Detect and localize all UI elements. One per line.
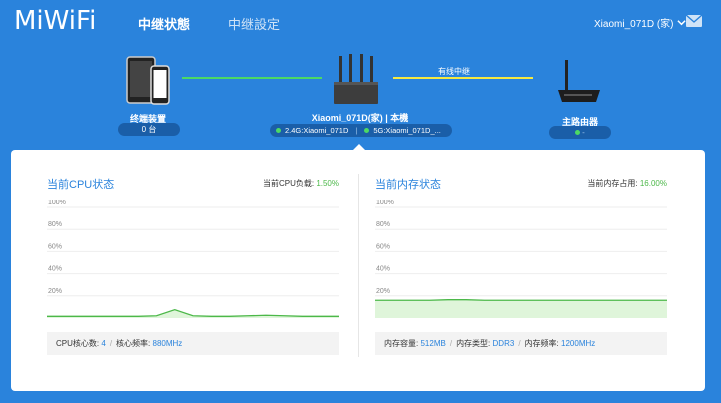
cpu-title: 当前CPU状态 xyxy=(47,179,115,191)
separator: / xyxy=(518,339,521,348)
wired-relay-label: 有线中继 xyxy=(438,67,470,76)
memory-type-value: DDR3 xyxy=(492,339,515,348)
devices-icon xyxy=(126,56,170,105)
router-icon xyxy=(334,54,378,104)
wireless-link-line xyxy=(182,77,322,79)
device-menu[interactable]: Xiaomi_071D (家) xyxy=(594,15,687,30)
memory-type-label: 内存类型: xyxy=(456,339,491,348)
cpu-cores-value: 4 xyxy=(101,339,106,348)
main-router-status-badge[interactable]: - xyxy=(549,126,611,139)
separator: / xyxy=(449,339,453,348)
terminal-count-badge[interactable]: 0 台 xyxy=(118,123,180,136)
wifi-5-status-dot xyxy=(364,128,370,133)
tab-repeater-settings[interactable]: 中继設定 xyxy=(228,14,280,33)
memory-freq-label: 内存频率: xyxy=(524,339,559,348)
miwifi-logo: MiWiFi xyxy=(14,6,97,36)
memory-usage-label: 当前内存占用: xyxy=(587,179,638,188)
cpu-series-line xyxy=(47,308,339,317)
wifi-networks-badge[interactable]: 2.4G:Xiaomi_071D | 5G:Xiaomi_071D_... xyxy=(270,124,452,137)
wired-link-line xyxy=(393,77,533,79)
panel-divider xyxy=(358,174,359,357)
memory-freq-value: 1200MHz xyxy=(561,339,596,348)
cpu-load-value: 1.50% xyxy=(316,179,339,188)
cpu-footer: CPU核心数: 4 / 核心频率: 880MHz xyxy=(47,332,339,355)
wifi-24-status-dot xyxy=(276,128,281,133)
memory-y-tick-label: 100% xyxy=(376,200,394,206)
wifi-5-name: 5G:Xiaomi_071D_... xyxy=(373,126,441,135)
memory-capacity-value: 512MB xyxy=(420,339,446,348)
memory-title: 当前内存状态 xyxy=(375,179,441,191)
memory-area xyxy=(375,299,667,318)
separator: | xyxy=(355,126,358,135)
device-name: Xiaomi_071D (家) xyxy=(594,19,674,30)
wifi-24-name: 2.4G:Xiaomi_071D xyxy=(285,126,349,135)
status-dash: - xyxy=(582,128,585,137)
separator: / xyxy=(109,339,113,348)
status-card: 当前CPU状态 当前CPU负载: 1.50% 100% 80% 60% 40% 20% … xyxy=(11,150,705,391)
cpu-y-tick-label: 40% xyxy=(48,266,62,273)
cpu-graph: 100% 80% 60% 40% 20% xyxy=(47,200,339,318)
cpu-freq-value: 880MHz xyxy=(152,339,183,348)
memory-usage: 当前内存占用: 16.00% xyxy=(587,178,667,189)
cpu-y-tick-label: 100% xyxy=(48,200,66,206)
memory-usage-value: 16.00% xyxy=(639,179,667,188)
memory-y-tick-label: 80% xyxy=(376,221,390,228)
tab-repeater-status[interactable]: 中继状態 xyxy=(138,14,190,33)
cpu-load: 当前CPU负载: 1.50% xyxy=(263,178,339,189)
memory-graph: 100% 80% 60% 40% 20% xyxy=(375,200,667,318)
main-router-status-dot xyxy=(575,130,581,135)
cpu-y-tick-label: 80% xyxy=(48,221,62,228)
cpu-y-tick-label: 20% xyxy=(48,288,62,295)
memory-y-tick-label: 60% xyxy=(376,243,390,250)
main-router-icon xyxy=(558,60,600,102)
cpu-freq-label: 核心频率: xyxy=(116,339,151,348)
cpu-cores-label: CPU核心数: xyxy=(56,339,100,348)
memory-series-line xyxy=(375,299,667,301)
memory-y-tick-label: 40% xyxy=(376,266,390,273)
cpu-load-label: 当前CPU负载: xyxy=(262,179,315,188)
memory-capacity-label: 内存容量: xyxy=(384,339,419,348)
memory-footer: 内存容量: 512MB / 内存类型: DDR3 / 内存频率: 1200MHz xyxy=(375,332,667,355)
repeater-label: Xiaomi_071D(家) | 本機 xyxy=(311,113,409,123)
cpu-y-tick-label: 60% xyxy=(48,243,62,250)
mail-icon[interactable] xyxy=(686,15,702,27)
memory-y-tick-label: 20% xyxy=(376,288,390,295)
